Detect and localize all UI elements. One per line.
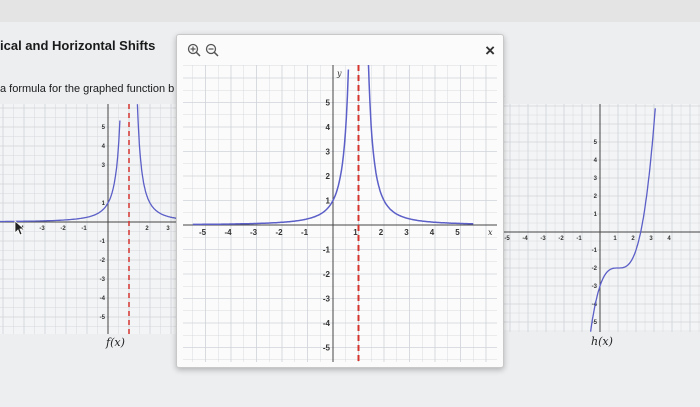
graph-f-label: f(x)	[106, 336, 125, 349]
modal-graph-svg: -5 -4 -3 -2 -1 1 2 3 4 5-5-4-3-2-112345yx	[183, 65, 497, 362]
h-xtick-label: -4	[522, 236, 528, 242]
h-ytick-label: 1	[594, 212, 598, 218]
f-ytick-label: 4	[102, 144, 106, 150]
graph-f-svg: -4-3-2-123-5-4-3-2-11345	[0, 104, 176, 334]
f-xtick-label: -1	[81, 226, 87, 232]
main-xtick-label: 5	[455, 228, 460, 237]
graph-f-thumbnail[interactable]: -4-3-2-123-5-4-3-2-11345	[0, 104, 176, 334]
main-ytick-label: 3	[326, 148, 331, 157]
f-xtick-label: -2	[60, 226, 66, 232]
main-ytick-label: -5	[323, 344, 331, 353]
h-xtick-label: -2	[558, 236, 564, 242]
graph-h-thumbnail[interactable]: -5 -4 -3 -2 -1 1 2 3 4 -5 -4 -3 -2 -1 1 2 3 4 5	[502, 104, 700, 332]
f-ytick-label: 3	[102, 163, 106, 169]
main-x-axis-label: x	[488, 228, 493, 237]
h-ytick-label: 5	[594, 140, 598, 146]
f-ytick-label: 1	[102, 201, 106, 207]
main-xtick-label: -1	[301, 228, 309, 237]
h-xtick-label: -1	[576, 236, 582, 242]
modal-zoom-controls	[187, 43, 219, 57]
graph-h-label: h(x)	[591, 335, 613, 348]
h-ytick-label: 3	[594, 176, 598, 182]
main-ytick-label: 1	[326, 197, 331, 206]
main-xtick-label: -5	[199, 228, 207, 237]
question-instruction: a formula for the graphed function b	[0, 83, 175, 95]
f-ytick-label: -2	[100, 258, 106, 264]
main-ytick-label: -2	[323, 270, 331, 279]
h-xtick-label: -5	[504, 236, 510, 242]
h-ytick-label: 4	[594, 158, 598, 164]
main-ytick-label: 5	[326, 99, 331, 108]
f-xtick-label: 2	[145, 226, 149, 232]
f-ytick-label: -3	[100, 277, 106, 283]
main-xtick-label: -3	[250, 228, 258, 237]
f-ytick-label: -5	[100, 315, 106, 321]
h-ytick-label: -1	[592, 248, 598, 254]
zoom-in-icon[interactable]	[187, 43, 201, 57]
graph-modal: × -5 -4 -3 -2 -1 1 2 3 4 5 -5 -4 -3 -2 -1 1 2 3 4 5 y x	[176, 34, 504, 368]
f-curve-branch-2	[136, 104, 176, 219]
h-ytick-label: -2	[592, 266, 598, 272]
zoom-out-icon[interactable]	[205, 43, 219, 57]
modal-graph-area: -5 -4 -3 -2 -1 1 2 3 4 5 -5 -4 -3 -2 -1 1 2 3 4 5 y x	[183, 65, 497, 362]
main-ytick-label: -3	[323, 295, 331, 304]
f-ytick-label: -1	[100, 239, 106, 245]
f-ytick-label: 5	[102, 125, 106, 131]
h-ytick-label: -3	[592, 284, 598, 290]
main-ytick-label: -1	[323, 246, 331, 255]
mouse-cursor-icon	[14, 220, 26, 241]
close-icon[interactable]: ×	[485, 41, 495, 61]
main-xtick-label: 3	[404, 228, 409, 237]
f-ytick-label: -4	[100, 296, 106, 302]
h-xtick-label: -3	[540, 236, 546, 242]
page-heading: ical and Horizontal Shifts	[0, 38, 156, 53]
graph-h-svg: -5 -4 -3 -2 -1 1 2 3 4-5-4-3-2-112345	[502, 104, 700, 332]
main-xtick-label: -4	[224, 228, 232, 237]
f-xtick-label: -3	[39, 226, 45, 232]
main-xtick-label: 4	[430, 228, 435, 237]
main-ytick-label: 2	[326, 172, 331, 181]
main-y-axis-label: y	[336, 69, 342, 78]
f-xtick-label: 3	[166, 226, 170, 232]
main-ytick-label: 4	[326, 123, 331, 132]
h-ytick-label: 2	[594, 194, 598, 200]
browser-top-strip	[0, 0, 700, 22]
main-xtick-label: 2	[379, 228, 384, 237]
main-xtick-label: -2	[275, 228, 283, 237]
main-ytick-label: -4	[323, 319, 331, 328]
